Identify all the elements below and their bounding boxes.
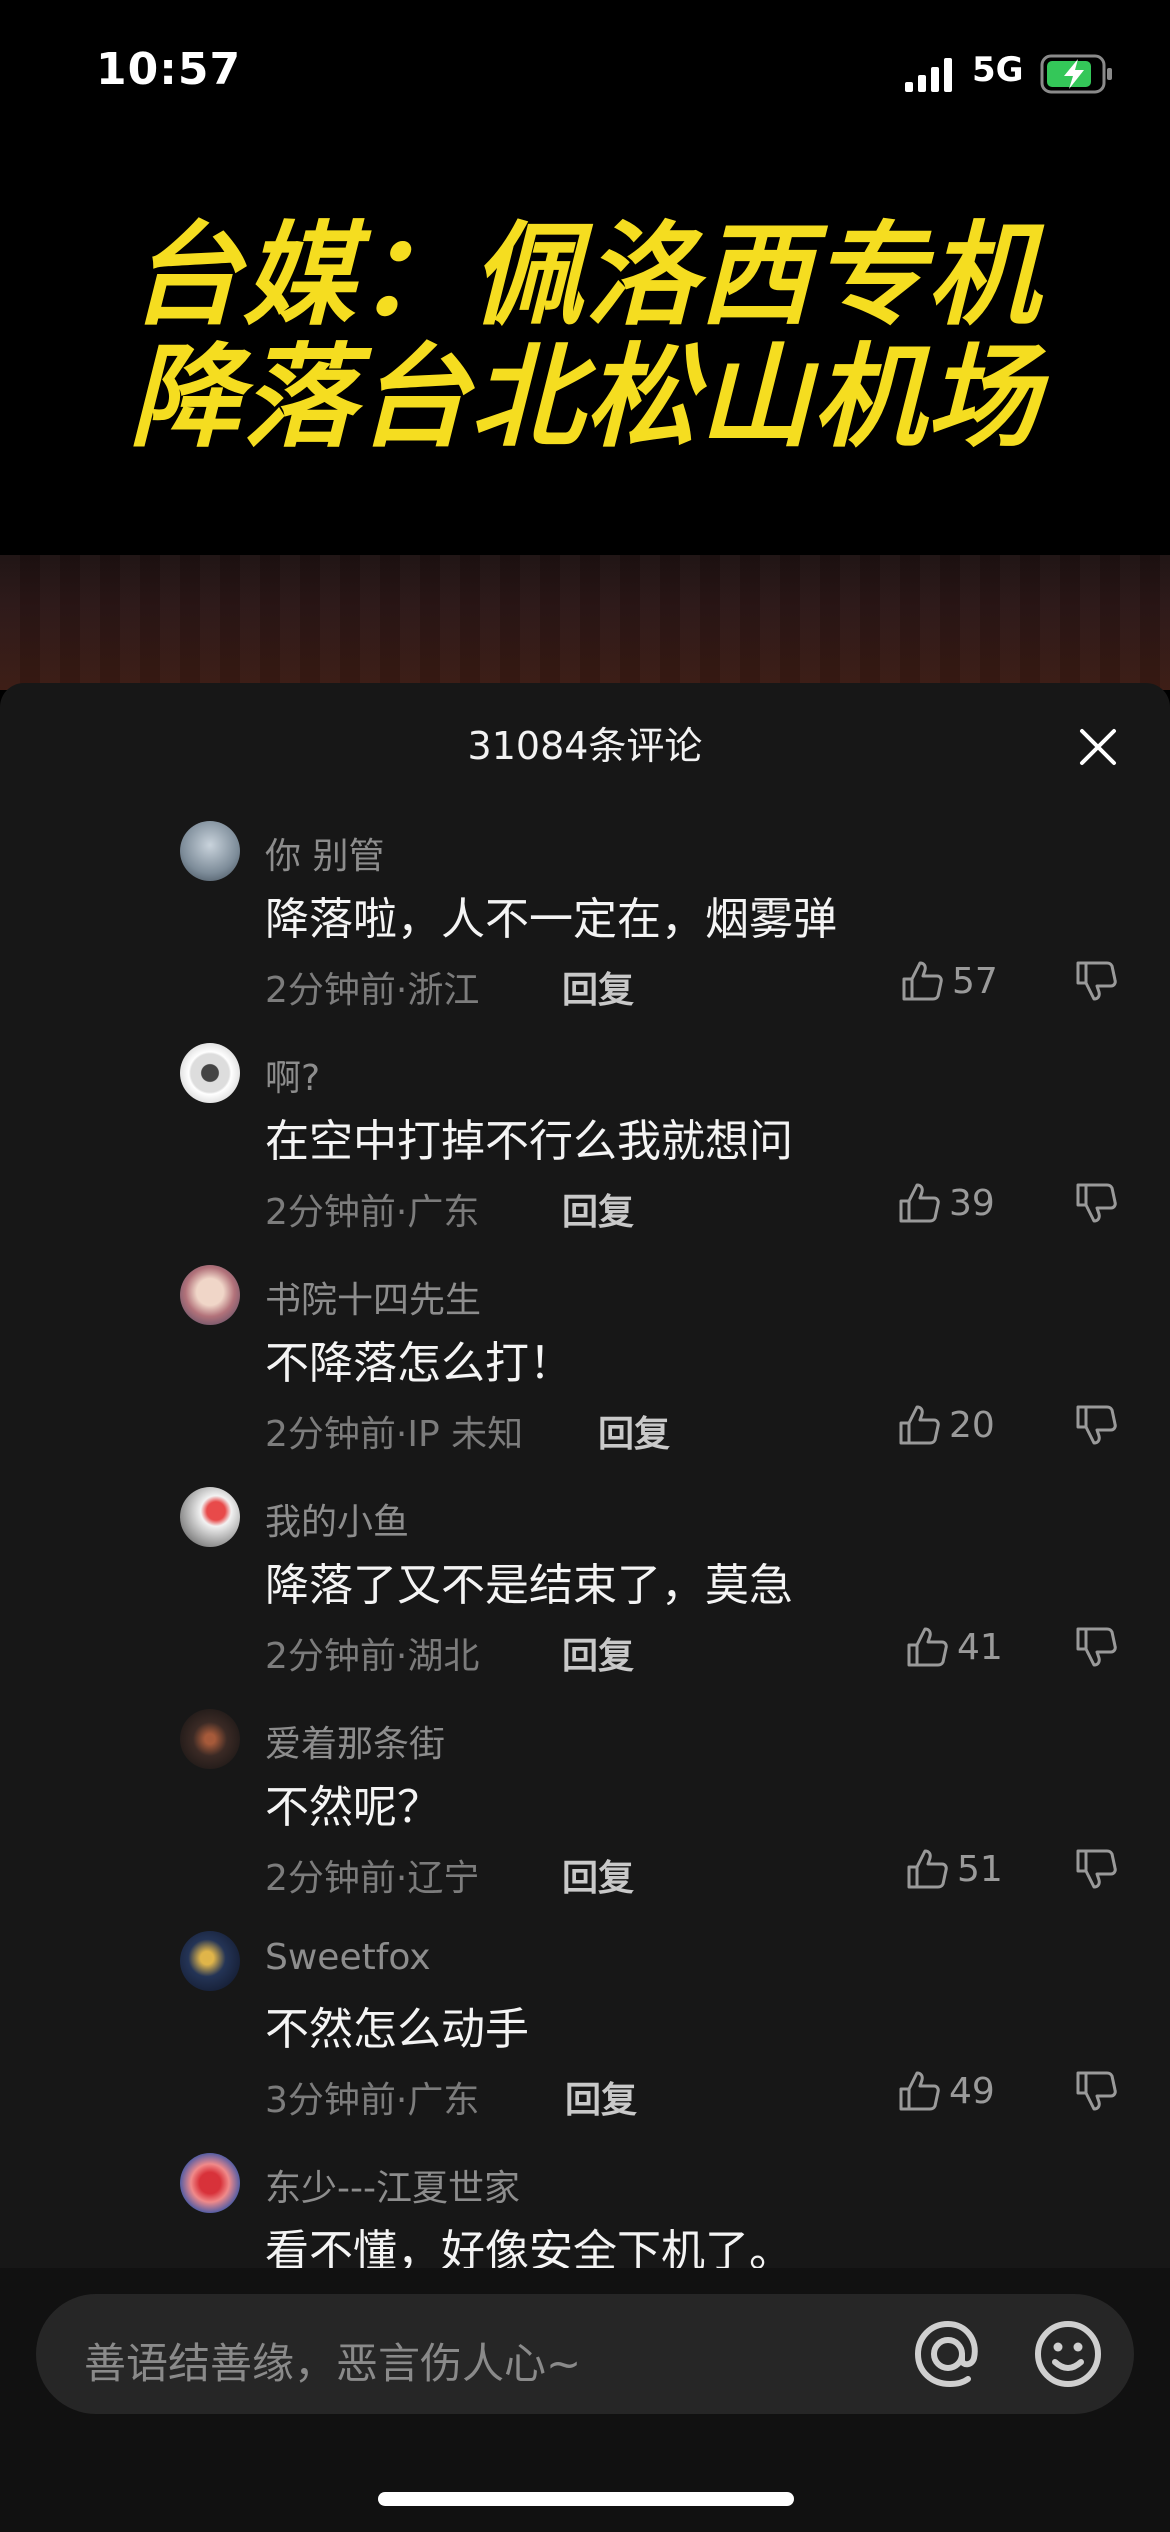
reply-button[interactable]: 回复 (598, 1405, 670, 1457)
comment-meta: 2分钟前·湖北 (265, 1636, 480, 1677)
comment-item: 爱着那条街 不然呢？ 2分钟前·辽宁 回复 51 (0, 1709, 1170, 1931)
avatar[interactable] (180, 1709, 240, 1769)
comment-meta: 2分钟前·广东 (265, 1192, 480, 1233)
network-type: 5G (972, 50, 1024, 90)
thumbs-down-icon[interactable] (1074, 1403, 1118, 1447)
thumbs-up-icon (899, 1405, 940, 1445)
comment-username[interactable]: 东少---江夏世家 (265, 2159, 520, 2211)
video-title-line-1: 台媒：佩洛西专机 (129, 211, 1041, 341)
comment-input-placeholder: 善语结善缘，恶言伤人心~ (84, 2339, 582, 2388)
comment-input[interactable]: 善语结善缘，恶言伤人心~ (36, 2294, 1134, 2414)
thumbs-down-icon[interactable] (1074, 1181, 1118, 1225)
reply-button[interactable]: 回复 (562, 1183, 634, 1235)
video-title-line-2: 降落台北松山机场 (129, 333, 1041, 463)
comment-text: 不降落怎么打！ (265, 1338, 573, 1389)
comment-username[interactable]: Sweetfox (265, 1937, 431, 1978)
avatar[interactable] (180, 821, 240, 881)
avatar[interactable] (180, 1487, 240, 1547)
comment-username[interactable]: 书院十四先生 (265, 1271, 481, 1323)
comment-item: 你 别管 降落啦，人不一定在，烟雾弹 2分钟前·浙江 回复 57 (0, 821, 1170, 1043)
avatar[interactable] (180, 1265, 240, 1325)
close-icon[interactable] (1076, 725, 1120, 769)
avatar[interactable] (180, 2153, 240, 2213)
thumbs-up-icon (907, 1627, 948, 1667)
like-count: 49 (949, 2070, 995, 2112)
comment-username[interactable]: 我的小鱼 (265, 1493, 409, 1545)
at-icon[interactable] (908, 2314, 988, 2394)
thumbs-down-icon[interactable] (1074, 959, 1118, 1003)
like-button[interactable]: 20 (897, 1395, 995, 1455)
like-count: 20 (949, 1404, 995, 1446)
comment-text: 在空中打掉不行么我就想问 (265, 1116, 793, 1167)
like-count: 41 (957, 1626, 1003, 1668)
status-bar: 10:57 5G (0, 0, 1170, 140)
comment-text: 不然怎么动手 (265, 2004, 529, 2055)
thumbs-down-icon[interactable] (1074, 1847, 1118, 1891)
like-button[interactable]: 49 (897, 2061, 995, 2121)
thumbs-up-icon (902, 961, 943, 1001)
thumbs-up-icon (899, 1183, 940, 1223)
like-button[interactable]: 51 (905, 1839, 1003, 1899)
comment-item: 书院十四先生 不降落怎么打！ 2分钟前·IP 未知 回复 20 (0, 1265, 1170, 1487)
comments-panel: 31084条评论 你 别管 降落啦，人不一定在，烟雾弹 2分钟前·浙江 回复 5… (0, 683, 1170, 2532)
thumbs-down-icon[interactable] (1074, 1625, 1118, 1669)
cellular-signal-icon (905, 58, 952, 92)
comment-username[interactable]: 啊? (265, 1049, 320, 1101)
like-count: 51 (957, 1848, 1003, 1890)
comment-item: Sweetfox 不然怎么动手 3分钟前·广东 回复 49 (0, 1931, 1170, 2153)
thumbs-up-icon (899, 2071, 940, 2111)
comment-meta: 3分钟前·广东 (265, 2080, 480, 2121)
comment-text: 不然呢？ (265, 1782, 441, 1833)
like-button[interactable]: 41 (905, 1617, 1003, 1677)
comment-item: 啊? 在空中打掉不行么我就想问 2分钟前·广东 回复 39 (0, 1043, 1170, 1265)
battery-charging-icon (1040, 54, 1112, 94)
like-count: 57 (952, 960, 998, 1002)
comment-text: 降落啦，人不一定在，烟雾弹 (265, 894, 837, 945)
status-time: 10:57 (96, 44, 242, 95)
comment-count-title: 31084条评论 (467, 724, 703, 768)
comment-meta: 2分钟前·辽宁 (265, 1858, 480, 1899)
emoji-icon[interactable] (1028, 2314, 1108, 2394)
comment-meta: 2分钟前·浙江 (265, 970, 480, 1011)
comment-item: 我的小鱼 降落了又不是结束了，莫急 2分钟前·湖北 回复 41 (0, 1487, 1170, 1709)
thumbs-up-icon (907, 1849, 948, 1889)
reply-button[interactable]: 回复 (562, 1627, 634, 1679)
reply-button[interactable]: 回复 (562, 1849, 634, 1901)
reply-button[interactable]: 回复 (565, 2071, 637, 2123)
comment-username[interactable]: 你 别管 (265, 827, 384, 879)
comment-text: 降落了又不是结束了，莫急 (265, 1560, 793, 1611)
avatar[interactable] (180, 1043, 240, 1103)
thumbs-down-icon[interactable] (1074, 2069, 1118, 2113)
like-button[interactable]: 57 (900, 951, 998, 1011)
like-button[interactable]: 39 (897, 1173, 995, 1233)
like-count: 39 (949, 1182, 995, 1224)
reply-button[interactable]: 回复 (562, 961, 634, 1013)
comment-username[interactable]: 爱着那条街 (265, 1715, 445, 1767)
video-frame[interactable] (0, 555, 1170, 690)
avatar[interactable] (180, 1931, 240, 1991)
home-indicator[interactable] (378, 2492, 794, 2506)
video-title: 台媒：佩洛西专机 降落台北松山机场 (0, 215, 1170, 459)
comment-meta: 2分钟前·IP 未知 (265, 1414, 524, 1455)
